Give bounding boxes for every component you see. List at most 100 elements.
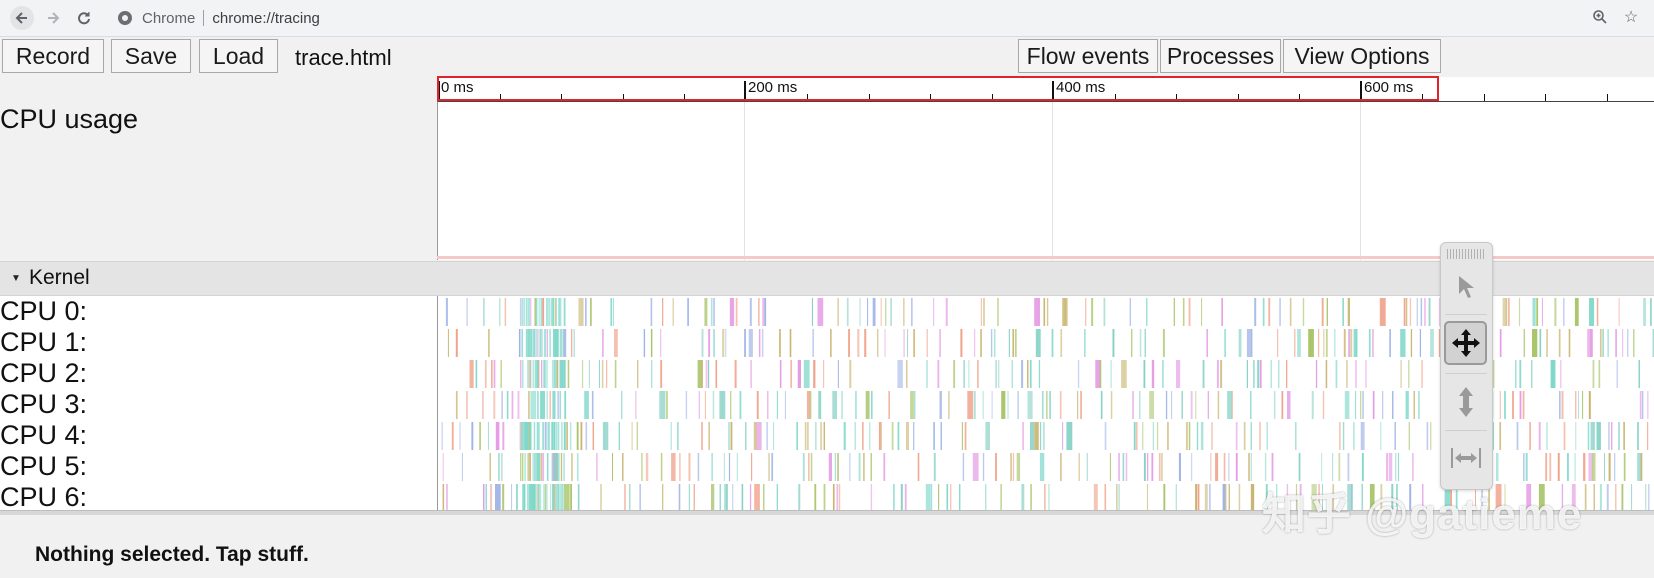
cpu-slice[interactable] xyxy=(539,329,542,357)
cpu-slice[interactable] xyxy=(911,298,913,326)
cpu-slice[interactable] xyxy=(815,422,817,450)
pan-mode-button[interactable] xyxy=(1444,321,1487,365)
cpu-slice[interactable] xyxy=(552,484,554,510)
cpu-slice[interactable] xyxy=(1350,329,1353,357)
cpu-slice[interactable] xyxy=(532,360,534,388)
cpu-slice[interactable] xyxy=(1590,329,1592,357)
cpu-slice[interactable] xyxy=(1034,298,1040,326)
cpu-slice[interactable] xyxy=(606,360,608,388)
cpu-slice[interactable] xyxy=(1532,298,1536,326)
cpu-slice[interactable] xyxy=(555,329,557,357)
cpu-slice[interactable] xyxy=(939,329,941,357)
cpu-slice[interactable] xyxy=(543,484,545,510)
cpu-slice[interactable] xyxy=(713,298,715,326)
cpu-slice[interactable] xyxy=(1389,329,1391,357)
cpu-slice[interactable] xyxy=(858,453,861,481)
cpu-slice[interactable] xyxy=(995,360,997,388)
cpu-slice[interactable] xyxy=(807,422,809,450)
cpu-slice[interactable] xyxy=(991,391,993,419)
cpu-slice[interactable] xyxy=(1125,453,1128,481)
cpu-slice[interactable] xyxy=(1372,329,1374,357)
cpu-slice[interactable] xyxy=(546,484,548,510)
cpu-slice[interactable] xyxy=(535,298,538,326)
cpu-slice[interactable] xyxy=(1086,453,1088,481)
cpu-slice[interactable] xyxy=(1560,360,1562,388)
cpu-slice[interactable] xyxy=(1505,298,1508,326)
cpu-slice[interactable] xyxy=(884,329,886,357)
zoom-icon[interactable] xyxy=(1591,9,1609,27)
cpu-slice[interactable] xyxy=(1060,329,1063,357)
cpu-slice[interactable] xyxy=(1156,422,1159,450)
cpu-slice[interactable] xyxy=(639,484,641,510)
cpu-slice[interactable] xyxy=(1287,391,1291,419)
cpu-slice[interactable] xyxy=(1608,453,1611,481)
cpu-slice[interactable] xyxy=(1428,298,1431,326)
cpu-slice[interactable] xyxy=(562,360,564,388)
cpu-slice[interactable] xyxy=(1185,422,1188,450)
cpu-slice[interactable] xyxy=(637,360,639,388)
cpu-slice[interactable] xyxy=(722,329,725,357)
cpu-slice[interactable] xyxy=(1519,391,1522,419)
cpu-slice[interactable] xyxy=(995,453,997,481)
cpu-slice[interactable] xyxy=(1121,360,1127,388)
cpu-slice[interactable] xyxy=(1118,453,1120,481)
cpu-slice[interactable] xyxy=(489,453,491,481)
cpu-slice[interactable] xyxy=(534,453,536,481)
cpu-slice[interactable] xyxy=(832,391,837,419)
cpu-slice[interactable] xyxy=(953,360,956,388)
cpu-slice[interactable] xyxy=(540,453,543,481)
cpu-slice[interactable] xyxy=(622,453,624,481)
cpu-slice[interactable] xyxy=(1516,422,1519,450)
cpu-slice[interactable] xyxy=(1593,484,1595,510)
cpu-slice[interactable] xyxy=(570,484,572,510)
cpu-slice[interactable] xyxy=(1046,298,1049,326)
cpu-slice[interactable] xyxy=(678,484,681,510)
cpu-slice[interactable] xyxy=(533,329,535,357)
cpu-slice[interactable] xyxy=(891,422,894,450)
cpu-slice[interactable] xyxy=(541,360,543,388)
cpu-slice[interactable] xyxy=(542,422,544,450)
cpu-slice[interactable] xyxy=(983,298,985,326)
cpu-slice[interactable] xyxy=(967,391,974,419)
cpu-slice[interactable] xyxy=(1129,298,1131,326)
cpu-slice[interactable] xyxy=(612,298,614,326)
cpu-slice[interactable] xyxy=(670,422,672,450)
cpu-slice[interactable] xyxy=(701,329,704,357)
cpu-slice[interactable] xyxy=(1235,453,1238,481)
cpu-slice[interactable] xyxy=(704,391,706,419)
processes-button[interactable]: Processes xyxy=(1160,39,1281,73)
cpu-slice[interactable] xyxy=(719,484,722,510)
cpu-slice[interactable] xyxy=(841,391,843,419)
cpu-slice[interactable] xyxy=(1499,422,1502,450)
cpu-slice[interactable] xyxy=(809,391,812,419)
cpu-slice[interactable] xyxy=(1015,329,1017,357)
cpu-slice[interactable] xyxy=(1515,360,1517,388)
cpu-slice[interactable] xyxy=(1146,298,1148,326)
cpu-slice[interactable] xyxy=(1614,453,1616,481)
cpu-slice[interactable] xyxy=(938,484,940,510)
cpu-slice[interactable] xyxy=(482,391,484,419)
cpu-slice[interactable] xyxy=(538,453,540,481)
cpu-slice[interactable] xyxy=(1182,298,1185,326)
cpu-slice[interactable] xyxy=(1246,329,1252,357)
cpu-slice[interactable] xyxy=(558,484,560,510)
cpu-slice[interactable] xyxy=(903,298,905,326)
cpu-slice[interactable] xyxy=(471,422,474,450)
cpu-slice[interactable] xyxy=(1017,391,1019,419)
cpu-slice[interactable] xyxy=(926,360,928,388)
cpu-slice[interactable] xyxy=(552,298,555,326)
cpu-slice[interactable] xyxy=(726,484,728,510)
selection-mode-button[interactable] xyxy=(1444,265,1487,309)
cpu-slice[interactable] xyxy=(839,484,841,510)
cpu-slice[interactable] xyxy=(1539,329,1542,357)
cpu-slice[interactable] xyxy=(1412,453,1414,481)
cpu-slice[interactable] xyxy=(554,360,556,388)
cpu-slice[interactable] xyxy=(1599,484,1602,510)
cpu-slice[interactable] xyxy=(1163,484,1166,510)
cpu-slice[interactable] xyxy=(1587,422,1590,450)
cpu-slice[interactable] xyxy=(1420,298,1423,326)
cpu-slice[interactable] xyxy=(1080,391,1082,419)
cpu-slice[interactable] xyxy=(483,298,485,326)
cpu-slice[interactable] xyxy=(849,453,851,481)
cpu-slice[interactable] xyxy=(1318,329,1320,357)
